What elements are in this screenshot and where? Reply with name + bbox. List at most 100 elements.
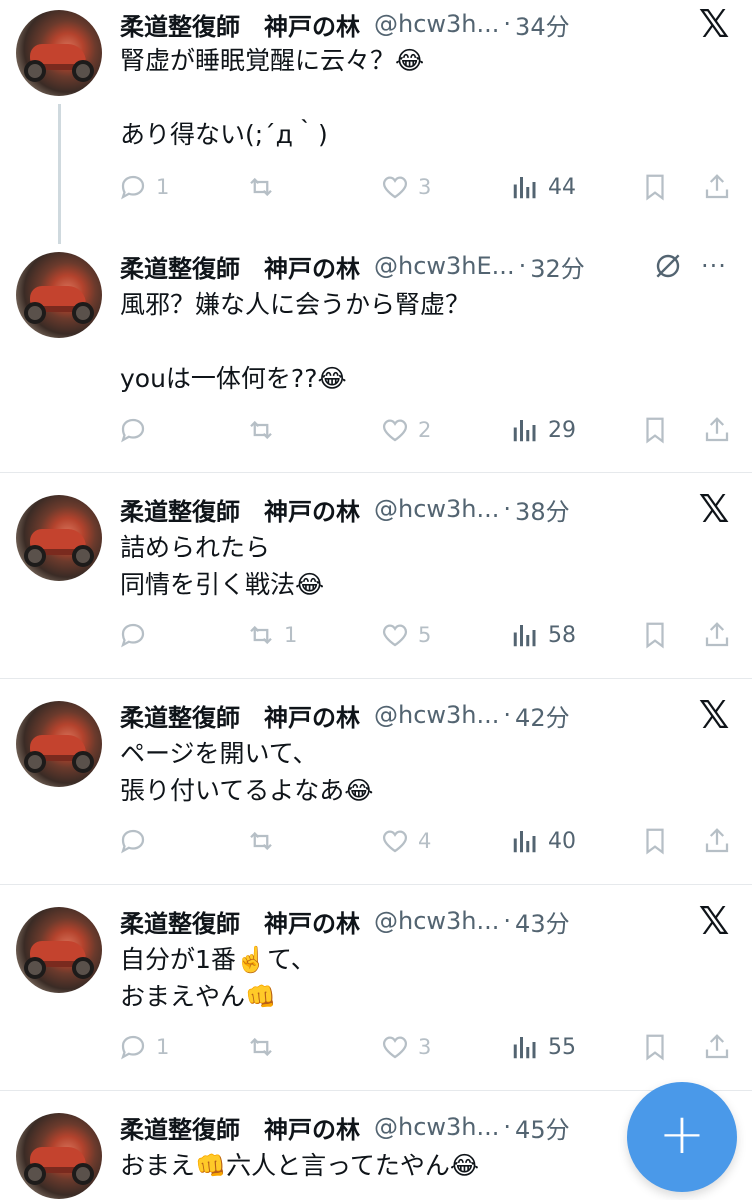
- views-button[interactable]: 44: [510, 165, 576, 209]
- tweet[interactable]: 柔道整復師 神戸の林 @hcw3h... · 43分 𝕏 自分が1番☝️て、 お…: [0, 885, 752, 1091]
- x-logo-icon[interactable]: 𝕏: [694, 489, 734, 529]
- tweet[interactable]: 柔道整復師 神戸の林 @hcw3hE... · 32分 ··· 風邪？嫌な人に会…: [0, 240, 752, 473]
- tweet-header: 柔道整復師 神戸の林 @hcw3hE... · 32分: [120, 246, 585, 286]
- view-count: 58: [548, 622, 576, 648]
- separator-dot: ·: [503, 1113, 512, 1141]
- share-button[interactable]: [702, 165, 732, 209]
- timestamp[interactable]: 42分: [515, 698, 570, 733]
- tweet-header: 柔道整復師 神戸の林 @hcw3h... · 38分: [120, 489, 570, 529]
- views-button[interactable]: 40: [510, 819, 576, 863]
- like-count: 4: [418, 829, 432, 853]
- bookmark-button[interactable]: [640, 1025, 670, 1069]
- avatar[interactable]: [16, 1113, 102, 1199]
- action-bar: 1 5 58: [118, 613, 742, 657]
- avatar[interactable]: [16, 907, 102, 993]
- share-button[interactable]: [702, 819, 732, 863]
- display-name[interactable]: 柔道整復師 神戸の林: [120, 249, 360, 284]
- timestamp[interactable]: 45分: [515, 1110, 570, 1145]
- user-handle[interactable]: @hcw3h...: [374, 495, 499, 523]
- avatar[interactable]: [16, 495, 102, 581]
- tweet[interactable]: 柔道整復師 神戸の林 @hcw3h... · 42分 𝕏 ページを開いて、 張り…: [0, 679, 752, 885]
- share-button[interactable]: [702, 408, 732, 452]
- display-name[interactable]: 柔道整復師 神戸の林: [120, 904, 360, 939]
- timestamp[interactable]: 32分: [530, 249, 585, 284]
- reply-button[interactable]: 1: [118, 1025, 169, 1069]
- avatar[interactable]: [16, 10, 102, 96]
- x-logo-icon[interactable]: 𝕏: [694, 901, 734, 941]
- separator-dot: ·: [503, 701, 512, 729]
- action-bar: 1 3 55: [118, 1025, 742, 1069]
- compose-button[interactable]: +: [627, 1082, 737, 1192]
- bookmark-icon: [646, 417, 664, 444]
- bar-chart-icon: [513, 625, 536, 647]
- x-logo-icon[interactable]: 𝕏: [694, 695, 734, 735]
- like-button[interactable]: 5: [380, 613, 431, 657]
- reply-icon: [121, 175, 145, 200]
- like-count: 2: [418, 418, 432, 442]
- tweet-text: 風邪？嫌な人に会うから腎虚？ youは一体何を??😂: [120, 290, 471, 393]
- heart-icon: [382, 419, 408, 442]
- like-button[interactable]: 4: [380, 819, 431, 863]
- retweet-button[interactable]: [246, 1025, 284, 1069]
- retweet-button[interactable]: [246, 819, 284, 863]
- views-button[interactable]: 58: [510, 613, 576, 657]
- tweet-header: 柔道整復師 神戸の林 @hcw3h... · 45分: [120, 1107, 570, 1147]
- retweet-button[interactable]: 1: [246, 613, 297, 657]
- heart-icon: [382, 176, 408, 199]
- timestamp[interactable]: 43分: [515, 904, 570, 939]
- user-handle[interactable]: @hcw3h...: [374, 701, 499, 729]
- display-name[interactable]: 柔道整復師 神戸の林: [120, 698, 360, 733]
- user-handle[interactable]: @hcw3hE...: [374, 252, 515, 280]
- share-button[interactable]: [702, 613, 732, 657]
- display-name[interactable]: 柔道整復師 神戸の林: [120, 1110, 360, 1145]
- bookmark-button[interactable]: [640, 819, 670, 863]
- bookmark-button[interactable]: [640, 613, 670, 657]
- share-icon: [705, 417, 729, 442]
- retweet-icon: [250, 831, 272, 851]
- timestamp[interactable]: 38分: [515, 492, 570, 527]
- display-name[interactable]: 柔道整復師 神戸の林: [120, 492, 360, 527]
- action-bar: 4 40: [118, 819, 742, 863]
- retweet-button[interactable]: [246, 408, 284, 452]
- grok-icon[interactable]: [648, 246, 688, 286]
- more-options-icon[interactable]: ···: [694, 246, 734, 286]
- share-icon: [705, 174, 729, 199]
- tweet-header: 柔道整復師 神戸の林 @hcw3h... · 43分: [120, 901, 570, 941]
- bar-chart-icon: [513, 420, 536, 442]
- avatar[interactable]: [16, 252, 102, 338]
- separator-dot: ·: [518, 252, 527, 280]
- user-handle[interactable]: @hcw3h...: [374, 1113, 499, 1141]
- like-button[interactable]: 3: [380, 165, 431, 209]
- separator-dot: ·: [503, 10, 512, 38]
- views-button[interactable]: 29: [510, 408, 576, 452]
- views-button[interactable]: 55: [510, 1025, 576, 1069]
- x-logo-icon[interactable]: 𝕏: [694, 4, 734, 44]
- reply-button[interactable]: [118, 613, 156, 657]
- view-count: 44: [548, 174, 576, 200]
- tweet-text: 詰められたら 同情を引く戦法😂: [120, 533, 325, 599]
- reply-button[interactable]: [118, 819, 156, 863]
- retweet-button[interactable]: [246, 165, 284, 209]
- tweet[interactable]: 柔道整復師 神戸の林 @hcw3h... · 34分 𝕏 腎虚が睡眠覚醒に云々？…: [0, 0, 752, 244]
- like-button[interactable]: 3: [380, 1025, 431, 1069]
- timestamp[interactable]: 34分: [515, 7, 570, 42]
- retweet-icon: [250, 1037, 272, 1057]
- reply-button[interactable]: [118, 408, 156, 452]
- display-name[interactable]: 柔道整復師 神戸の林: [120, 7, 360, 42]
- bookmark-button[interactable]: [640, 408, 670, 452]
- reply-count: 1: [156, 175, 170, 199]
- bookmark-button[interactable]: [640, 165, 670, 209]
- tweet[interactable]: 柔道整復師 神戸の林 @hcw3h... · 38分 𝕏 詰められたら 同情を引…: [0, 473, 752, 679]
- share-button[interactable]: [702, 1025, 732, 1069]
- like-button[interactable]: 2: [380, 408, 431, 452]
- tweet-header: 柔道整復師 神戸の林 @hcw3h... · 34分: [120, 4, 570, 44]
- reply-icon: [121, 418, 145, 443]
- share-icon: [705, 622, 729, 647]
- heart-icon: [382, 1036, 408, 1059]
- tweet-text: 腎虚が睡眠覚醒に云々？😂 あり得ない(;´д｀): [120, 46, 425, 149]
- separator-dot: ·: [503, 907, 512, 935]
- reply-button[interactable]: 1: [118, 165, 169, 209]
- avatar[interactable]: [16, 701, 102, 787]
- user-handle[interactable]: @hcw3h...: [374, 10, 499, 38]
- user-handle[interactable]: @hcw3h...: [374, 907, 499, 935]
